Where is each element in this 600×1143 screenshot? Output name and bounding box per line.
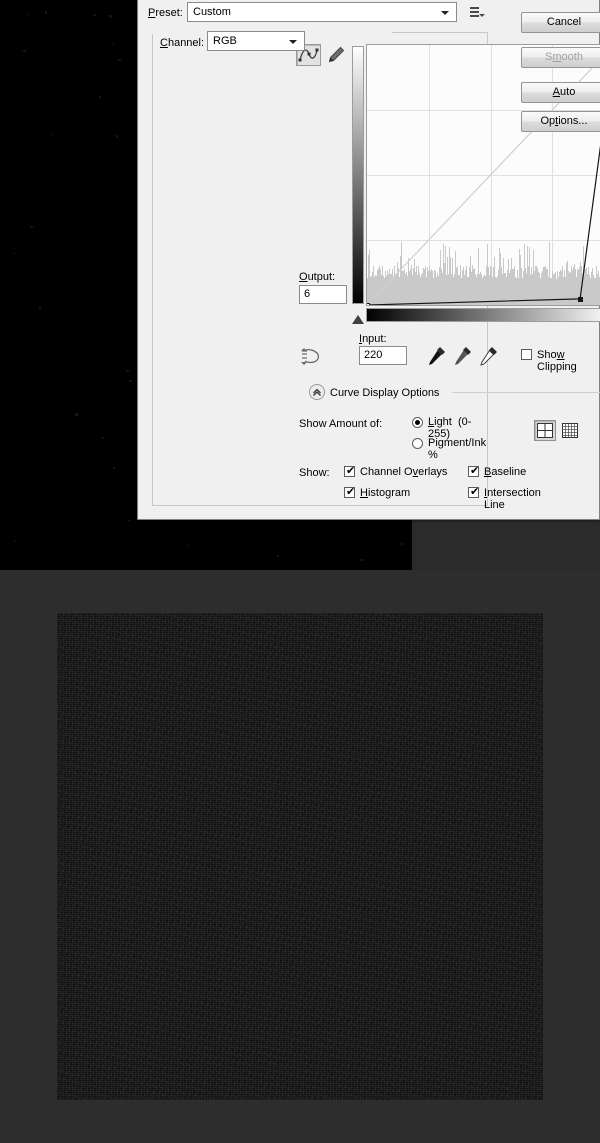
curves-dialog: Preset: Custom Channel: RGB Output: 6 In…	[137, 0, 600, 520]
eyedropper-glyph-black	[429, 347, 445, 365]
check-tick: ✔	[346, 486, 356, 498]
radio-light[interactable]	[412, 417, 423, 428]
cancel-button[interactable]: Cancel	[521, 12, 600, 33]
background-speck	[99, 96, 101, 98]
menu-triangle	[479, 14, 485, 17]
checkbox-baseline[interactable]: ✔	[468, 466, 479, 477]
menu-line-2	[470, 11, 479, 13]
show-label: Show:	[299, 467, 330, 479]
grid-tenth-glyph	[562, 423, 578, 438]
options-button[interactable]: Options...	[521, 111, 600, 132]
eyedropper-glyph-gray	[455, 347, 471, 365]
background-speck	[118, 59, 121, 61]
dialog-body: Preset: Custom Channel: RGB Output: 6 In…	[138, 0, 600, 519]
background-speck	[126, 370, 129, 372]
checkbox-baseline-label: Baseline	[484, 466, 527, 478]
check-tick: ✔	[470, 486, 480, 498]
black-point-slider[interactable]	[352, 315, 364, 324]
dark-noise-image	[57, 613, 543, 1100]
background-speck	[15, 540, 16, 542]
output-label: Output:	[299, 271, 336, 283]
chevron-down-icon	[441, 11, 449, 15]
hand-glyph	[301, 348, 320, 365]
grid-quarter-icon[interactable]	[534, 420, 556, 441]
background-speck	[128, 520, 130, 521]
input-label: Input:	[359, 333, 387, 345]
checkbox-histogram[interactable]: ✔	[344, 487, 355, 498]
pencil-icon[interactable]	[326, 45, 346, 65]
curve-smoothing-hand-icon[interactable]	[298, 346, 322, 368]
chevron-down-icon	[289, 40, 297, 44]
background-speck	[52, 133, 53, 135]
background-speck	[113, 467, 115, 469]
background-speck	[75, 413, 78, 416]
eyedropper-black-point-icon[interactable]	[426, 344, 448, 366]
radio-pigment[interactable]	[412, 438, 423, 449]
checkbox-channel-overlays[interactable]: ✔	[344, 466, 355, 477]
vertical-output-gradient	[352, 46, 364, 304]
check-tick: ✔	[470, 465, 480, 477]
background-speck	[277, 555, 279, 557]
show-clipping-checkbox[interactable]	[521, 349, 532, 360]
show-clipping-label: Show Clipping	[537, 349, 577, 373]
background-speck	[188, 545, 189, 547]
chevron-up-glyph	[313, 388, 321, 396]
checkbox-channel-overlays-label: Channel Overlays	[360, 466, 448, 478]
horizontal-input-gradient	[366, 308, 600, 322]
auto-button[interactable]: Auto	[521, 82, 600, 103]
section-divider	[452, 392, 600, 393]
background-speck	[109, 15, 112, 18]
menu-line-1	[470, 7, 479, 9]
background-speck	[129, 380, 132, 382]
input-field[interactable]: 220	[359, 346, 407, 365]
checkbox-intersection-line[interactable]: ✔	[468, 487, 479, 498]
background-speck	[85, 255, 86, 257]
channel-dropdown[interactable]: RGB	[207, 31, 305, 51]
channel-value: RGB	[213, 35, 237, 47]
background-speck	[230, 550, 231, 551]
eyedropper-white-point-icon[interactable]	[478, 344, 500, 366]
radio-dot	[415, 420, 420, 425]
background-speck	[1, 469, 2, 470]
check-tick: ✔	[346, 465, 356, 477]
background-speck	[39, 306, 41, 309]
pencil-glyph	[328, 46, 345, 63]
background-speck	[360, 559, 363, 561]
preset-value: Custom	[193, 6, 231, 18]
background-speck	[102, 437, 104, 439]
background-speck	[27, 14, 29, 15]
radio-pigment-label: Pigment/Ink %	[428, 437, 487, 461]
smooth-button[interactable]: Smooth	[521, 47, 600, 68]
background-speck	[45, 11, 47, 14]
background-speck	[93, 14, 96, 16]
preset-dropdown[interactable]: Custom	[187, 2, 457, 22]
background-speck	[112, 43, 114, 44]
checkbox-intersection-line-label: Intersection Line	[484, 487, 541, 511]
grid-quarter-glyph	[537, 423, 553, 438]
menu-line-3	[470, 15, 479, 17]
eyedropper-glyph-white	[480, 347, 497, 366]
show-amount-label: Show Amount of:	[299, 418, 383, 430]
background-speck	[13, 253, 15, 254]
curve-display-options-title: Curve Display Options	[330, 387, 440, 399]
preset-label: Preset:	[148, 7, 183, 19]
background-speck	[57, 167, 58, 168]
channel-label: Channel:	[157, 36, 208, 50]
grid-tenth-icon[interactable]	[559, 420, 581, 441]
background-speck	[23, 50, 26, 52]
checkbox-histogram-label: Histogram	[360, 487, 411, 499]
preset-row: Preset: Custom	[148, 2, 488, 22]
eyedropper-gray-point-icon[interactable]	[452, 344, 474, 366]
chevron-up-icon[interactable]	[309, 384, 325, 400]
background-speck	[401, 543, 403, 545]
output-field[interactable]: 6	[299, 285, 347, 304]
curve-control-point[interactable]	[578, 297, 583, 302]
preset-options-icon[interactable]	[468, 4, 485, 20]
background-speck	[116, 135, 118, 138]
curve-control-point[interactable]	[367, 303, 370, 305]
background-speck	[30, 226, 33, 228]
